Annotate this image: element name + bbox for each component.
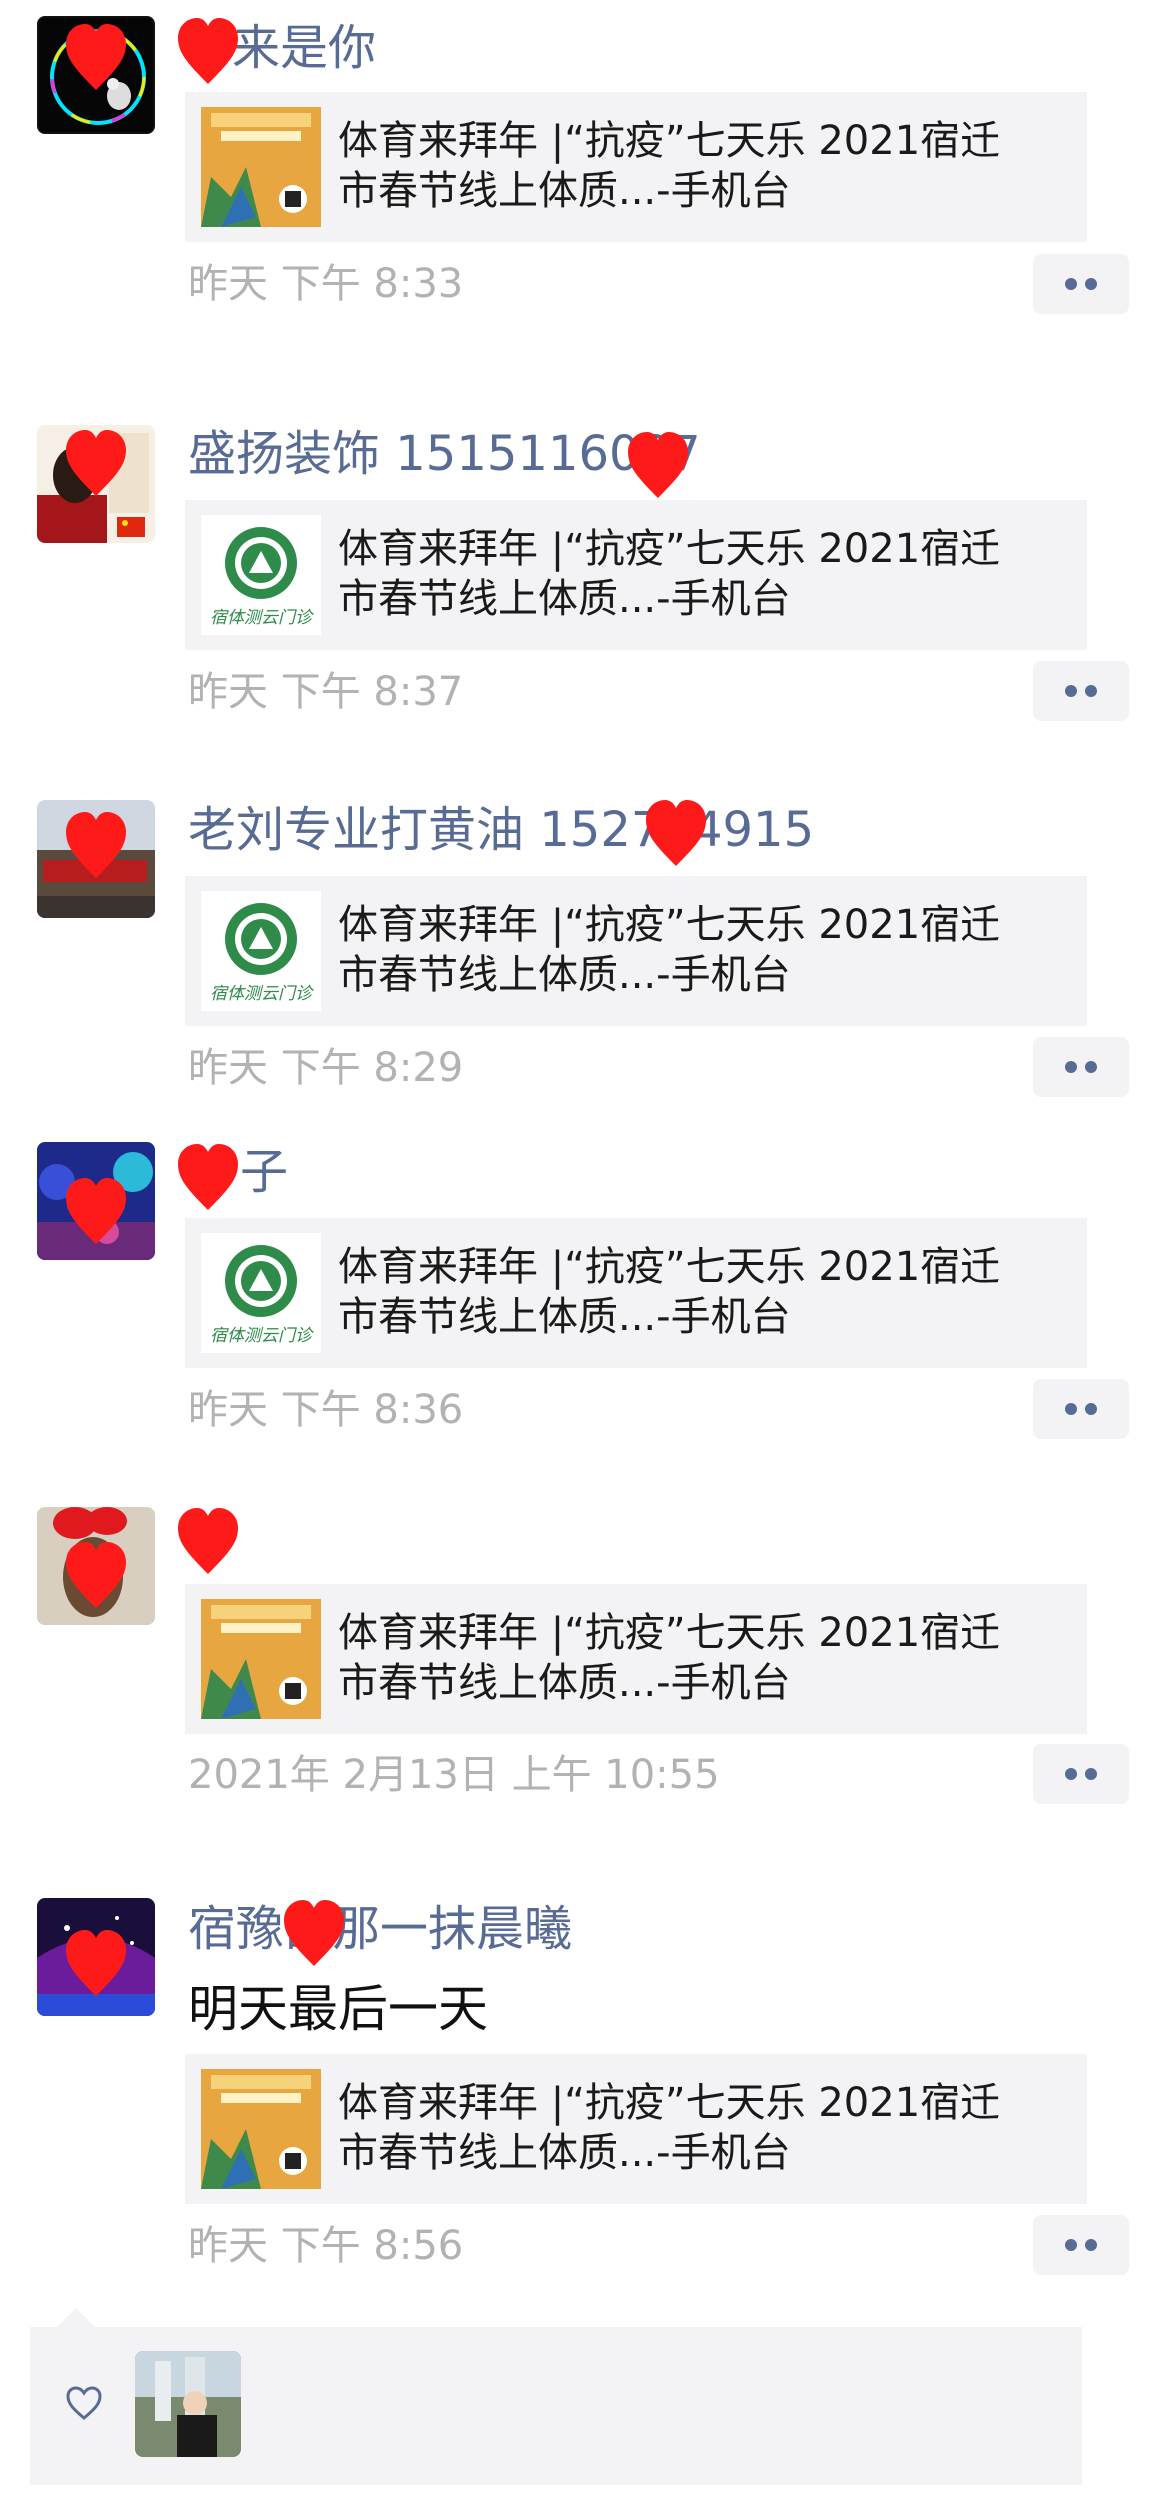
author-name[interactable]: 子: [240, 1148, 288, 1196]
post-text: 明天最后一天: [188, 1980, 488, 2038]
poster-thumbnail-image: [201, 107, 321, 227]
link-title-line: 市春节线上体质...-手机台: [338, 168, 791, 214]
red-heart-icon: [178, 1508, 238, 1574]
link-thumbnail: [201, 1599, 321, 1719]
link-thumbnail: 宿体测云门诊: [201, 1233, 321, 1353]
link-title: 体育来拜年 |“抗疫”七天乐 2021宿迁 市春节线上体质...-手机台: [338, 1242, 1078, 1342]
poster-thumbnail-image: [201, 1599, 321, 1719]
more-dots-icon[interactable]: [1033, 254, 1129, 314]
logo-thumbnail-image: 宿体测云门诊: [201, 1233, 321, 1353]
author-name[interactable]: 来是你: [232, 24, 376, 72]
author-name[interactable]: 老刘专业打黄油 152764915: [188, 806, 814, 854]
link-title: 体育来拜年 |“抗疫”七天乐 2021宿迁 市春节线上体质...-手机台: [338, 116, 1078, 216]
red-heart-icon: [646, 800, 706, 866]
link-title: 体育来拜年 |“抗疫”七天乐 2021宿迁 市春节线上体质...-手机台: [338, 1608, 1078, 1708]
red-heart-icon: [178, 1144, 238, 1210]
logo-caption: 宿体测云门诊: [210, 608, 314, 628]
logo-caption: 宿体测云门诊: [210, 1326, 314, 1346]
link-title-line: 市春节线上体质...-手机台: [338, 952, 791, 998]
red-heart-icon: [284, 1900, 344, 1966]
post-time: 昨天 下午 8:56: [188, 2223, 464, 2269]
post-time: 昨天 下午 8:36: [188, 1387, 464, 1433]
link-title-line: 体育来拜年 |“抗疫”七天乐 2021宿迁: [338, 526, 1001, 572]
heart-outline-icon: [66, 2386, 102, 2420]
link-thumbnail: [201, 107, 321, 227]
poster-thumbnail-image: [201, 2069, 321, 2189]
link-title-line: 体育来拜年 |“抗疫”七天乐 2021宿迁: [338, 2080, 1001, 2126]
red-heart-icon: [178, 18, 238, 84]
link-card[interactable]: 体育来拜年 |“抗疫”七天乐 2021宿迁 市春节线上体质...-手机台: [185, 1584, 1087, 1734]
link-title-line: 体育来拜年 |“抗疫”七天乐 2021宿迁: [338, 1610, 1001, 1656]
link-title: 体育来拜年 |“抗疫”七天乐 2021宿迁 市春节线上体质...-手机台: [338, 900, 1078, 1000]
more-dots-icon[interactable]: [1033, 661, 1129, 721]
link-card[interactable]: 体育来拜年 |“抗疫”七天乐 2021宿迁 市春节线上体质...-手机台: [185, 2054, 1087, 2204]
red-heart-icon: [628, 432, 688, 498]
post-time: 昨天 下午 8:29: [188, 1045, 464, 1091]
more-dots-icon[interactable]: [1033, 1379, 1129, 1439]
red-heart-icon: [66, 1178, 126, 1244]
red-heart-icon: [66, 1542, 126, 1608]
post-time: 昨天 下午 8:37: [188, 669, 464, 715]
link-title-line: 体育来拜年 |“抗疫”七天乐 2021宿迁: [338, 902, 1001, 948]
link-title-line: 市春节线上体质...-手机台: [338, 1294, 791, 1340]
more-dots-icon[interactable]: [1033, 1037, 1129, 1097]
link-card[interactable]: 宿体测云门诊 体育来拜年 |“抗疫”七天乐 2021宿迁 市春节线上体质...-…: [185, 876, 1087, 1026]
link-title-line: 体育来拜年 |“抗疫”七天乐 2021宿迁: [338, 118, 1001, 164]
link-card[interactable]: 宿体测云门诊 体育来拜年 |“抗疫”七天乐 2021宿迁 市春节线上体质...-…: [185, 1218, 1087, 1368]
likes-panel: [30, 2327, 1082, 2485]
link-title-line: 市春节线上体质...-手机台: [338, 576, 791, 622]
author-name[interactable]: 宿豫部那一抹晨曦: [188, 1905, 572, 1953]
logo-thumbnail-image: 宿体测云门诊: [201, 891, 321, 1011]
red-heart-icon: [66, 812, 126, 878]
post-time: 2021年 2月13日 上午 10:55: [188, 1752, 720, 1798]
avatar-image: [135, 2351, 241, 2457]
link-title: 体育来拜年 |“抗疫”七天乐 2021宿迁 市春节线上体质...-手机台: [338, 2078, 1078, 2178]
logo-caption: 宿体测云门诊: [210, 984, 314, 1004]
post-time: 昨天 下午 8:33: [188, 261, 464, 307]
liker-avatar[interactable]: [135, 2351, 241, 2457]
link-title-line: 体育来拜年 |“抗疫”七天乐 2021宿迁: [338, 1244, 1001, 1290]
link-card[interactable]: 体育来拜年 |“抗疫”七天乐 2021宿迁 市春节线上体质...-手机台: [185, 92, 1087, 242]
red-heart-icon: [66, 1930, 126, 1996]
link-thumbnail: 宿体测云门诊: [201, 515, 321, 635]
more-dots-icon[interactable]: [1033, 2215, 1129, 2275]
link-title-line: 市春节线上体质...-手机台: [338, 1660, 791, 1706]
link-title-line: 市春节线上体质...-手机台: [338, 2130, 791, 2176]
link-card[interactable]: 宿体测云门诊 体育来拜年 |“抗疫”七天乐 2021宿迁 市春节线上体质...-…: [185, 500, 1087, 650]
red-heart-icon: [66, 430, 126, 496]
link-title: 体育来拜年 |“抗疫”七天乐 2021宿迁 市春节线上体质...-手机台: [338, 524, 1078, 624]
red-heart-icon: [66, 24, 126, 90]
link-thumbnail: 宿体测云门诊: [201, 891, 321, 1011]
author-name[interactable]: 盛扬装饰 1515116087: [188, 430, 701, 478]
logo-thumbnail-image: 宿体测云门诊: [201, 515, 321, 635]
likes-pointer: [56, 2308, 96, 2328]
more-dots-icon[interactable]: [1033, 1744, 1129, 1804]
link-thumbnail: [201, 2069, 321, 2189]
